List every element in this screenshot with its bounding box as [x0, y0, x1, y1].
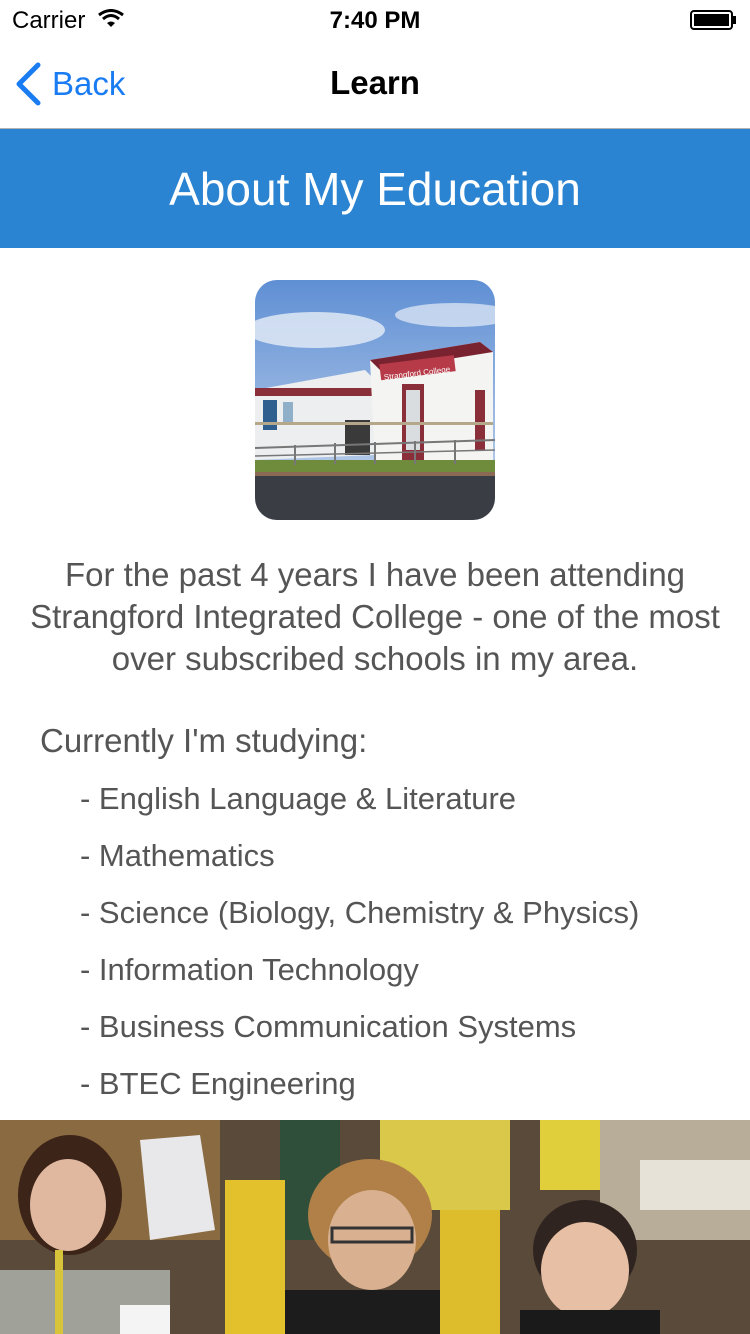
studying-heading: Currently I'm studying:	[40, 722, 368, 759]
subject-item: - Business Communication Systems	[80, 1009, 577, 1044]
subject-item: - BTEC Engineering	[80, 1066, 356, 1101]
subject-item: - Information Technology	[80, 952, 419, 987]
students-photo	[0, 1120, 750, 1334]
college-building-image: Strangford College	[255, 280, 495, 520]
navigation-bar: Back Learn	[0, 40, 750, 129]
subject-list: - English Language & Literature - Mathem…	[80, 778, 639, 1120]
subject-item: - Science (Biology, Chemistry & Physics)	[80, 895, 640, 930]
subject-item: - Mathematics	[80, 838, 275, 873]
banner-title: About My Education	[169, 162, 581, 215]
nav-title: Learn	[330, 64, 420, 101]
subject-item: - English Language & Literature	[80, 781, 517, 816]
section-banner: About My Education	[0, 129, 750, 248]
status-time: 7:40 PM	[329, 7, 421, 34]
college-photo: Strangford College	[255, 280, 495, 520]
status-bar: Carrier 7:40 PM	[0, 0, 750, 40]
students-image	[0, 1120, 750, 1334]
battery-icon	[690, 10, 736, 30]
intro-paragraph: For the past 4 years I have been attendi…	[30, 556, 720, 677]
